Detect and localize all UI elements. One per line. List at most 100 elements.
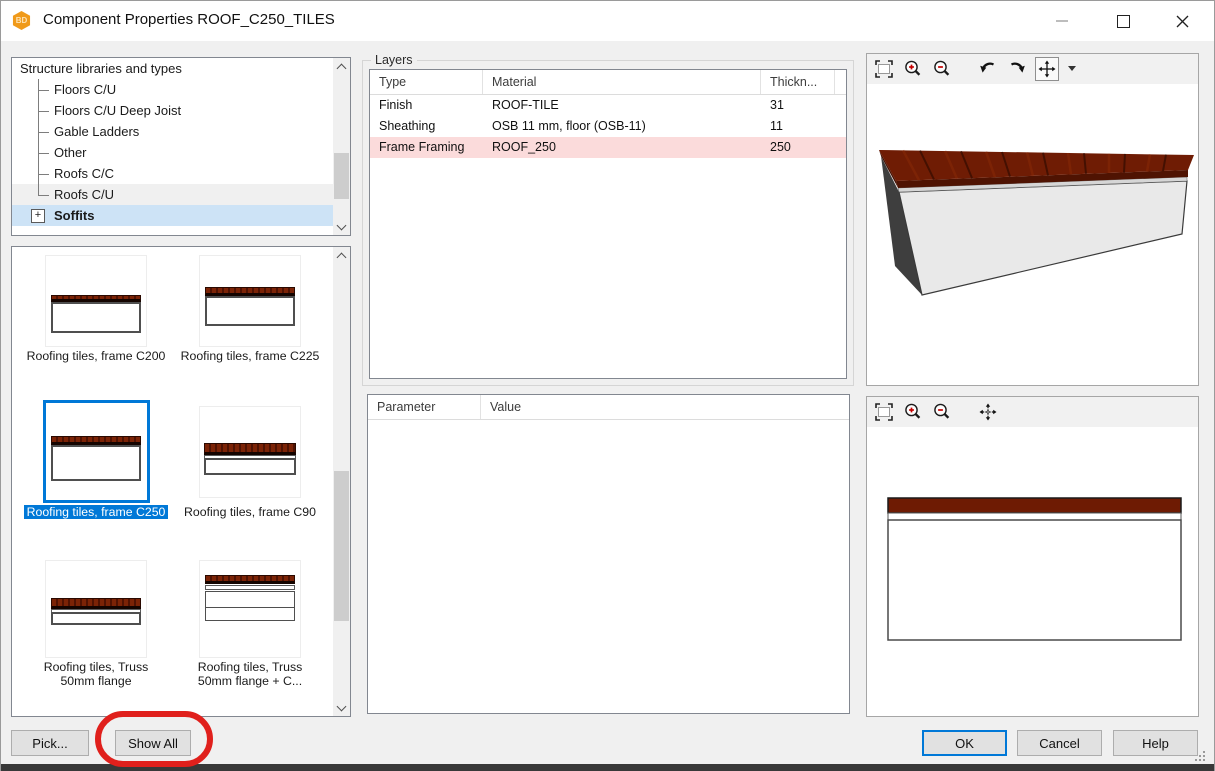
help-button[interactable]: Help bbox=[1113, 730, 1198, 756]
column-header-value[interactable]: Value bbox=[481, 395, 849, 419]
tree-item-gable-ladders[interactable]: Gable Ladders bbox=[12, 121, 333, 142]
preview-3d-canvas[interactable] bbox=[867, 84, 1198, 385]
orbit-icon[interactable] bbox=[1035, 57, 1059, 81]
column-header-thickness[interactable]: Thickn... bbox=[761, 70, 835, 94]
scrollbar-thumb[interactable] bbox=[334, 153, 349, 199]
component-library-panel: Roofing tiles, frame C200 Roofing tiles,… bbox=[11, 246, 351, 717]
structure-tree-panel: Structure libraries and types Floors C/U… bbox=[11, 57, 351, 236]
column-header-material[interactable]: Material bbox=[483, 70, 761, 94]
roof-3d-render bbox=[867, 84, 1198, 385]
tree-item-floors-cu-deep-joist[interactable]: Floors C/U Deep Joist bbox=[12, 100, 333, 121]
tree-root[interactable]: Structure libraries and types bbox=[12, 58, 333, 79]
thumbnail-label: Roofing tiles, frame C200 bbox=[20, 349, 172, 363]
zoom-extents-icon[interactable] bbox=[873, 58, 895, 80]
scroll-down-button[interactable] bbox=[333, 218, 350, 235]
chevron-down-icon bbox=[337, 220, 347, 230]
tree-connector bbox=[38, 163, 50, 184]
tree-item-roofs-cc[interactable]: Roofs C/C bbox=[12, 163, 333, 184]
chevron-up-icon bbox=[337, 63, 347, 73]
tree-item-floors-cu[interactable]: Floors C/U bbox=[12, 79, 333, 100]
app-icon: BD bbox=[12, 11, 31, 30]
layer-row-sheathing[interactable]: Sheathing OSB 11 mm, floor (OSB-11) 11 bbox=[370, 116, 846, 137]
zoom-out-icon[interactable] bbox=[931, 401, 953, 423]
thumbnail[interactable] bbox=[199, 406, 301, 498]
library-item-frame-c90[interactable]: Roofing tiles, frame C90 bbox=[174, 400, 326, 519]
sheathing-layer-graphic bbox=[205, 585, 295, 590]
layer-row-finish[interactable]: Finish ROOF-TILE 31 bbox=[370, 95, 846, 116]
preview-2d-canvas[interactable] bbox=[867, 427, 1198, 716]
tree-scrollbar[interactable] bbox=[333, 58, 350, 235]
library-scrollbar[interactable] bbox=[333, 247, 350, 716]
tree-item-soffits[interactable]: +Soffits bbox=[12, 205, 333, 226]
preview-3d-toolbar bbox=[867, 54, 1198, 85]
window-title: Component Properties ROOF_C250_TILES bbox=[43, 11, 335, 28]
thumbnail[interactable] bbox=[199, 255, 301, 347]
zoom-out-icon[interactable] bbox=[931, 58, 953, 80]
layers-table: Type Material Thickn... Finish ROOF-TILE… bbox=[369, 69, 847, 379]
minimize-button[interactable] bbox=[1039, 1, 1085, 41]
resize-grip[interactable] bbox=[1193, 749, 1205, 761]
thumbnail-label: Roofing tiles, frame C250 bbox=[20, 505, 172, 519]
tile-layer-graphic bbox=[51, 598, 141, 609]
frame-layer-graphic bbox=[204, 458, 296, 475]
library-item-truss-50mm[interactable]: Roofing tiles, Truss50mm flange bbox=[20, 560, 172, 688]
close-button[interactable] bbox=[1159, 1, 1205, 41]
scroll-up-button[interactable] bbox=[333, 58, 350, 75]
preview-2d-toolbar bbox=[867, 397, 1198, 428]
frame-layer-graphic bbox=[51, 302, 141, 333]
library-item-frame-c225[interactable]: Roofing tiles, frame C225 bbox=[174, 255, 326, 363]
component-properties-dialog: BD Component Properties ROOF_C250_TILES … bbox=[0, 0, 1215, 771]
frame-layer-graphic bbox=[205, 591, 295, 608]
thumbnail-label: Roofing tiles, Truss50mm flange + C... bbox=[174, 660, 326, 688]
tree-connector bbox=[38, 184, 50, 205]
library-item-truss-50mm-plus-c[interactable]: Roofing tiles, Truss50mm flange + C... bbox=[174, 560, 326, 688]
ok-button[interactable]: OK bbox=[922, 730, 1007, 756]
rotate-left-icon[interactable] bbox=[977, 58, 999, 80]
thumbnail-label: Roofing tiles, Truss50mm flange bbox=[20, 660, 172, 688]
preview-3d-panel bbox=[866, 53, 1199, 386]
thumbnail[interactable] bbox=[45, 255, 147, 347]
frame-layer-graphic bbox=[51, 612, 141, 625]
tree-connector bbox=[38, 79, 50, 100]
cancel-button[interactable]: Cancel bbox=[1017, 730, 1102, 756]
tile-layer-graphic bbox=[205, 575, 295, 584]
layers-table-header: Type Material Thickn... bbox=[370, 70, 846, 95]
zoom-in-icon[interactable] bbox=[902, 401, 924, 423]
column-header-type[interactable]: Type bbox=[370, 70, 483, 94]
expand-icon[interactable]: + bbox=[31, 209, 45, 223]
thumbnail-selected[interactable] bbox=[43, 400, 150, 503]
layer-row-frame-framing[interactable]: Frame Framing ROOF_250 250 bbox=[370, 137, 846, 158]
tile-layer-graphic bbox=[205, 287, 295, 296]
library-item-frame-c250[interactable]: Roofing tiles, frame C250 bbox=[20, 400, 172, 519]
tile-layer-graphic bbox=[204, 443, 296, 455]
chevron-up-icon bbox=[337, 252, 347, 262]
zoom-in-icon[interactable] bbox=[902, 58, 924, 80]
thumbnail[interactable] bbox=[199, 560, 301, 658]
tree-connector bbox=[38, 100, 50, 121]
scroll-down-button[interactable] bbox=[333, 699, 350, 716]
column-header-parameter[interactable]: Parameter bbox=[368, 395, 481, 419]
maximize-icon bbox=[1117, 15, 1130, 28]
tree-item-roofs-cu[interactable]: Roofs C/U bbox=[12, 184, 333, 205]
pan-icon[interactable] bbox=[977, 401, 999, 423]
scroll-up-button[interactable] bbox=[333, 247, 350, 264]
library-item-frame-c200[interactable]: Roofing tiles, frame C200 bbox=[20, 255, 172, 363]
rotate-right-icon[interactable] bbox=[1006, 58, 1028, 80]
zoom-extents-icon[interactable] bbox=[873, 401, 895, 423]
frame-layer2-graphic bbox=[205, 607, 295, 621]
maximize-button[interactable] bbox=[1100, 1, 1146, 41]
pick-button[interactable]: Pick... bbox=[11, 730, 89, 756]
thumbnail[interactable] bbox=[45, 560, 147, 658]
background-window-edge bbox=[1, 764, 1214, 771]
tile-layer-graphic bbox=[51, 436, 141, 445]
parameters-table-header: Parameter Value bbox=[368, 395, 849, 420]
tile-layer-graphic bbox=[51, 295, 141, 302]
dropdown-arrow-icon[interactable] bbox=[1066, 58, 1078, 80]
thumbnail-label: Roofing tiles, frame C225 bbox=[174, 349, 326, 363]
scrollbar-thumb[interactable] bbox=[334, 471, 349, 621]
minimize-icon bbox=[1056, 20, 1068, 22]
tree-connector bbox=[38, 121, 50, 142]
show-all-button[interactable]: Show All bbox=[115, 730, 191, 756]
tree-item-other[interactable]: Other bbox=[12, 142, 333, 163]
thumbnail-label: Roofing tiles, frame C90 bbox=[174, 505, 326, 519]
